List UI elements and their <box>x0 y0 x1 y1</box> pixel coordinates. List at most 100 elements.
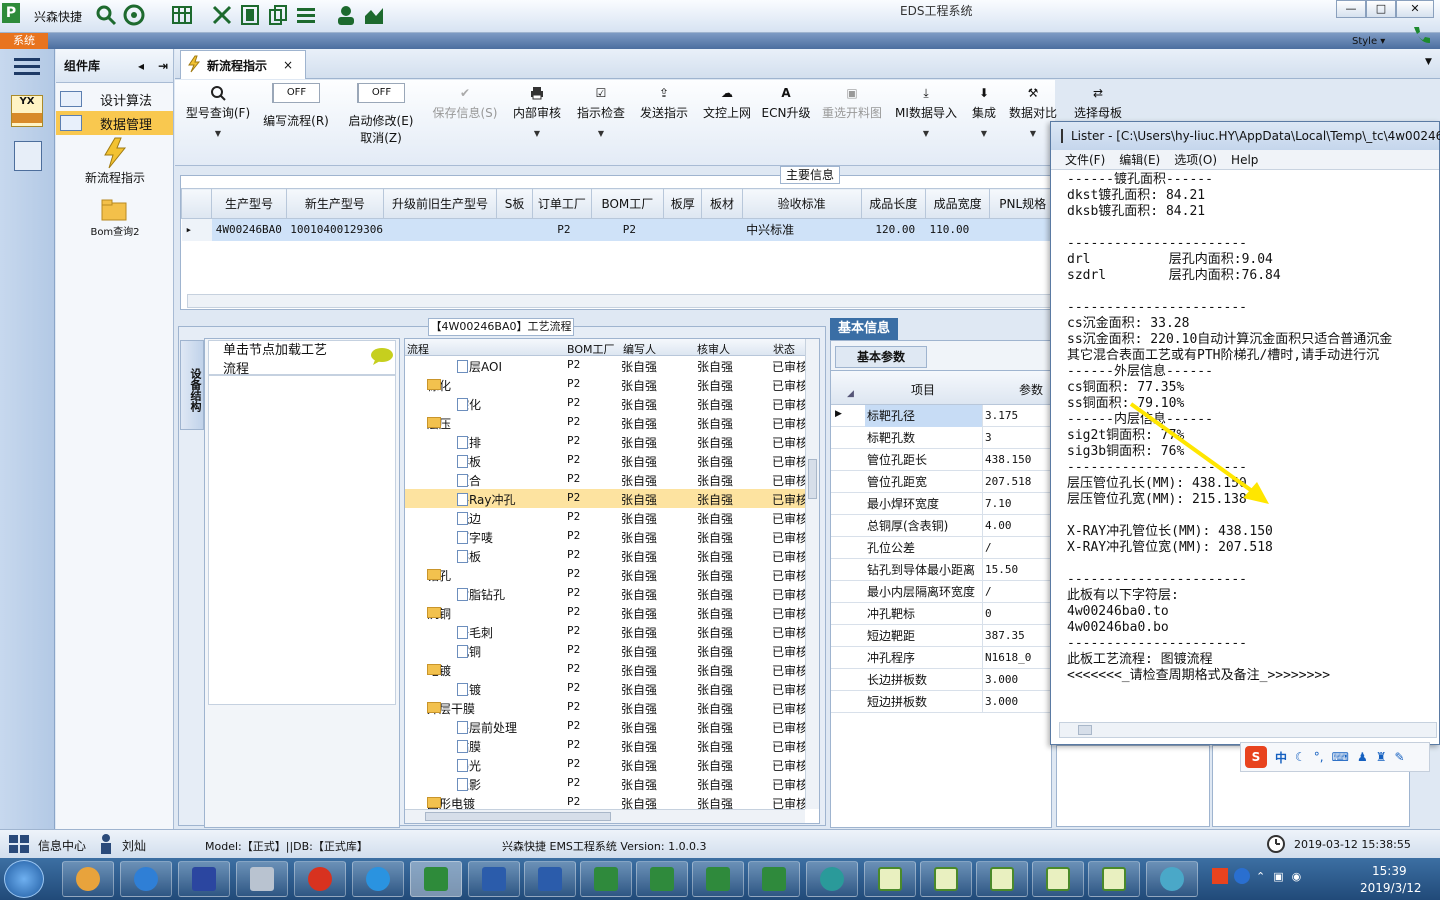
flow-row[interactable]: 烘板 P2 张自强 张自强 已审核 <box>405 546 819 565</box>
punct-icon[interactable]: °, <box>1314 750 1324 764</box>
param-row[interactable]: 管位孔距宽 207.518 <box>831 471 1051 493</box>
col-header[interactable]: 板材 <box>701 188 743 219</box>
flow-row[interactable]: 外层前处理 P2 张自强 张自强 已审核 <box>405 717 819 736</box>
scissors-icon[interactable] <box>211 4 233 26</box>
flow-row[interactable]: 曝光 P2 张自强 张自强 已审核 <box>405 755 819 774</box>
taskbar-excel-icon[interactable] <box>692 861 744 897</box>
user-icon[interactable]: ♟ <box>1357 750 1368 764</box>
param-value[interactable]: 207.518 <box>985 471 1031 493</box>
horizontal-scrollbar[interactable] <box>405 809 805 823</box>
taskbar-word-icon[interactable] <box>468 861 520 897</box>
dropdown-arrow-icon[interactable]: ▼ <box>893 129 959 138</box>
param-value[interactable]: / <box>985 537 992 559</box>
taskbar-eds-icon[interactable] <box>410 861 462 897</box>
flow-row[interactable]: 预排 P2 张自强 张自强 已审核 <box>405 432 819 451</box>
taskbar-excel-x-icon[interactable] <box>976 861 1028 897</box>
taskbar-excel-x-icon[interactable] <box>864 861 916 897</box>
col-header[interactable]: 参数 <box>1019 381 1043 398</box>
search-icon[interactable] <box>95 4 117 26</box>
flow-row[interactable]: 板镀 P2 张自强 张自强 已审核 <box>405 679 819 698</box>
equipment-structure-tab[interactable]: 设备结构 <box>180 340 204 430</box>
volume-tray-icon[interactable]: ◉ <box>1292 870 1302 883</box>
param-value[interactable]: 15.50 <box>985 559 1018 581</box>
flow-row[interactable]: 显影 P2 张自强 张自强 已审核 <box>405 774 819 793</box>
taskbar-excel-icon[interactable] <box>748 861 800 897</box>
phone-icon[interactable] <box>1410 24 1432 49</box>
param-value[interactable]: N1618_0 <box>985 647 1031 669</box>
sogou-icon[interactable]: S <box>1245 746 1267 768</box>
flow-row[interactable]: 压合 P2 张自强 张自强 已审核 <box>405 470 819 489</box>
taskbar-excel-icon[interactable] <box>636 861 688 897</box>
tray-expand-icon[interactable]: ⌃ <box>1256 870 1265 883</box>
tree-item-data-management[interactable]: 数据管理 <box>56 111 173 135</box>
col-header[interactable]: 流程 <box>407 341 429 357</box>
flow-row[interactable]: 去毛刺 P2 张自强 张自强 已审核 <box>405 622 819 641</box>
param-value[interactable]: 3.000 <box>985 691 1018 713</box>
system-tab[interactable]: 系统 <box>0 33 48 49</box>
flow-row[interactable]: 内层AOI P2 张自强 张自强 已审核 <box>405 356 819 375</box>
menu-edit[interactable]: 编辑(E) <box>1119 151 1160 168</box>
taskbar-app-icon[interactable] <box>1146 861 1198 897</box>
col-header[interactable]: 成品宽度 <box>924 188 991 219</box>
taskbar-ie-icon[interactable] <box>120 861 172 897</box>
instruction-check-button[interactable]: ☑ 指示检查 ▼ <box>573 82 629 138</box>
col-header[interactable]: 项目 <box>911 381 935 398</box>
dropdown-arrow-icon[interactable]: ▼ <box>967 129 1001 138</box>
param-value[interactable]: 7.10 <box>985 493 1012 515</box>
flow-row[interactable]: -沉铜 P2 张自强 张自强 已审核 <box>405 603 819 622</box>
param-row[interactable]: 冲孔靶标 0 <box>831 603 1051 625</box>
param-value[interactable]: 3.175 <box>985 405 1018 427</box>
param-value[interactable]: 3 <box>985 427 992 449</box>
table-row[interactable]: ▸ 4W00246BA0 10010400129306 P2 P2 中兴标准 1… <box>181 218 1056 241</box>
tab-new-flow[interactable]: 新流程指示 × <box>180 50 306 79</box>
taskbar-app-icon[interactable] <box>236 861 288 897</box>
flow-row[interactable]: 排板 P2 张自强 张自强 已审核 <box>405 451 819 470</box>
col-header[interactable]: 生产型号 <box>211 188 287 219</box>
menu-icon[interactable] <box>14 57 40 80</box>
info-center-link[interactable]: 信息中心 <box>38 837 86 854</box>
col-header[interactable]: BOM工厂 <box>590 188 665 219</box>
col-header[interactable]: 验收标准 <box>741 188 862 219</box>
col-header[interactable]: 核审人 <box>697 341 730 357</box>
taskbar-excel-x-icon[interactable] <box>1032 861 1084 897</box>
style-menu[interactable]: Style ▾ <box>1352 36 1385 47</box>
col-header[interactable]: 升级前旧生产型号 <box>383 188 497 219</box>
write-flow-toggle[interactable]: OFF 编写流程(R) <box>261 82 331 129</box>
horizontal-scrollbar[interactable] <box>1059 722 1437 738</box>
calculator-icon[interactable] <box>14 141 42 171</box>
flow-row[interactable]: -外层干膜 P2 张自强 张自强 已审核 <box>405 698 819 717</box>
chart-icon[interactable] <box>363 4 385 26</box>
param-value[interactable]: / <box>985 581 992 603</box>
network-tray-icon[interactable]: ▣ <box>1273 870 1283 883</box>
flow-row[interactable]: 沉铜 P2 张自强 张自强 已审核 <box>405 641 819 660</box>
ecn-upgrade-button[interactable]: A ECN升级 <box>760 82 812 121</box>
flow-row[interactable]: 贴膜 P2 张自强 张自强 已审核 <box>405 736 819 755</box>
taskbar-excel-x-icon[interactable] <box>1088 861 1140 897</box>
flow-row[interactable]: 棕化 P2 张自强 张自强 已审核 <box>405 394 819 413</box>
dropdown-arrow-icon[interactable]: ▼ <box>509 129 565 138</box>
flow-row[interactable]: X-Ray冲孔 P2 张自强 张自强 已审核 <box>405 489 819 508</box>
param-value[interactable]: 3.000 <box>985 669 1018 691</box>
doc-control-upload-button[interactable]: ☁ 文控上网 <box>699 82 755 121</box>
taskbar-save-icon[interactable] <box>178 861 230 897</box>
reselect-cutting-map-button[interactable]: ▣ 重选开料图 <box>819 82 885 121</box>
taskbar-excel-x-icon[interactable] <box>920 861 972 897</box>
tree-item-design-algorithm[interactable]: 设计算法 <box>56 87 173 111</box>
col-header[interactable]: 编写人 <box>623 341 656 357</box>
cell[interactable] <box>664 219 702 241</box>
mi-data-import-button[interactable]: ⤓ MI数据导入 ▼ <box>893 82 959 139</box>
dropdown-arrow-icon[interactable]: ▼ <box>573 129 629 138</box>
cell[interactable]: 110.00 <box>925 219 989 241</box>
cell[interactable] <box>702 219 742 241</box>
internal-review-button[interactable]: 内部审核 ▼ <box>509 82 565 138</box>
col-header[interactable]: 新生产型号 <box>285 188 385 219</box>
keyboard-icon[interactable]: ⌨ <box>1332 750 1349 764</box>
cell[interactable] <box>384 219 497 241</box>
param-row[interactable]: 短边拼板数 3.000 <box>831 691 1051 713</box>
film-icon[interactable] <box>239 4 261 26</box>
param-row[interactable]: 最小内层隔离环宽度 / <box>831 581 1051 603</box>
param-row[interactable]: 短边靶距 387.35 <box>831 625 1051 647</box>
param-value[interactable]: 387.35 <box>985 625 1025 647</box>
tab-list-dropdown-icon[interactable]: ▼ <box>1425 57 1432 67</box>
param-row[interactable]: 标靶孔数 3 <box>831 427 1051 449</box>
